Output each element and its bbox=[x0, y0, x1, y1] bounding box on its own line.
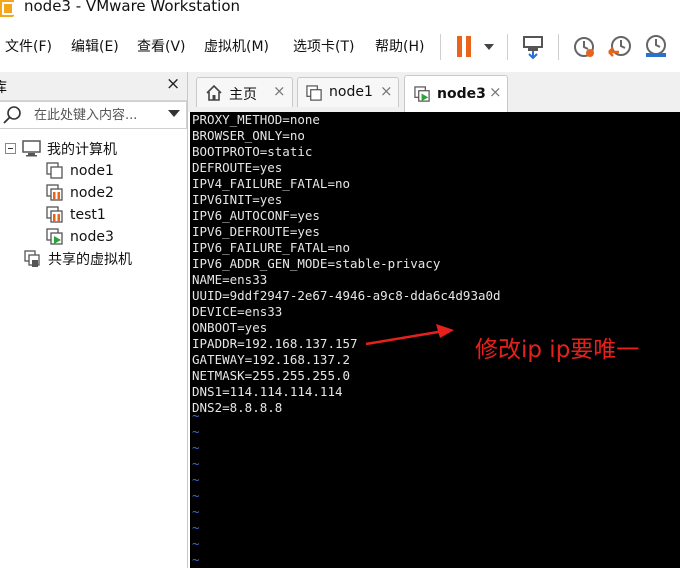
library-tree: 我的计算机 node1 node2 test1 node3 共享的虚拟机 bbox=[0, 130, 188, 568]
collapse-icon[interactable] bbox=[5, 143, 16, 154]
revert-snapshot-icon[interactable] bbox=[607, 34, 633, 60]
library-search bbox=[0, 101, 187, 129]
vim-empty-lines: ~ ~ ~ ~ ~ ~ ~ ~ ~ ~ bbox=[192, 408, 200, 567]
close-icon[interactable]: × bbox=[489, 83, 502, 101]
toolbar-separator bbox=[558, 34, 559, 60]
tab-node3[interactable]: node3 × bbox=[404, 75, 508, 112]
vmware-logo-icon bbox=[0, 0, 14, 17]
menu-vm[interactable]: 虚拟机(M) bbox=[204, 36, 269, 56]
tree-item-node1[interactable]: node1 bbox=[46, 160, 114, 182]
tab-home[interactable]: 主页 × bbox=[196, 77, 293, 107]
tree-item-test1[interactable]: test1 bbox=[46, 204, 106, 226]
toolbar-separator bbox=[440, 34, 441, 60]
terminal-text: PROXY_METHOD=none BROWSER_ONLY=no BOOTPR… bbox=[192, 112, 501, 415]
close-icon[interactable]: × bbox=[273, 82, 286, 100]
tree-item-node2[interactable]: node2 bbox=[46, 182, 114, 204]
library-title: 库 bbox=[0, 77, 7, 97]
snapshot-icon[interactable] bbox=[571, 34, 597, 60]
dropdown-arrow-icon[interactable] bbox=[482, 34, 496, 60]
menu-help[interactable]: 帮助(H) bbox=[375, 36, 424, 56]
title-bar: node3 - VMware Workstation bbox=[0, 0, 680, 18]
menu-edit[interactable]: 编辑(E) bbox=[71, 36, 119, 56]
menu-file[interactable]: 文件(F) bbox=[5, 36, 52, 56]
annotation-text: 修改ip ip要唯一 bbox=[475, 337, 640, 363]
close-icon[interactable]: × bbox=[166, 74, 180, 94]
menu-bar: 文件(F) 编辑(E) 查看(V) 虚拟机(M) 选项卡(T) 帮助(H) bbox=[0, 26, 680, 68]
tree-item-label: node1 bbox=[70, 163, 114, 179]
vm-running-icon bbox=[414, 86, 430, 102]
menu-tabs[interactable]: 选项卡(T) bbox=[293, 36, 354, 56]
menu-view[interactable]: 查看(V) bbox=[137, 36, 186, 56]
close-icon[interactable]: × bbox=[380, 82, 393, 100]
search-icon bbox=[2, 105, 22, 125]
shared-vms-icon bbox=[24, 250, 40, 267]
send-keys-icon[interactable] bbox=[520, 34, 546, 60]
vm-running-icon bbox=[46, 228, 63, 245]
window-title: node3 - VMware Workstation bbox=[24, 0, 241, 15]
vm-icon bbox=[46, 162, 63, 179]
home-icon bbox=[206, 84, 222, 101]
tree-item-shared-vms[interactable]: 共享的虚拟机 bbox=[24, 248, 132, 270]
tree-item-label: 共享的虚拟机 bbox=[48, 252, 132, 268]
tree-item-label: node2 bbox=[70, 185, 114, 201]
tab-label: node1 bbox=[329, 84, 373, 100]
tree-item-my-computer[interactable]: 我的计算机 bbox=[22, 138, 117, 160]
vm-suspended-icon bbox=[46, 206, 63, 223]
tab-label: node3 bbox=[437, 86, 486, 102]
tree-item-label: 我的计算机 bbox=[47, 142, 117, 158]
vm-suspended-icon bbox=[46, 184, 63, 201]
pause-icon[interactable] bbox=[452, 34, 478, 60]
search-input[interactable] bbox=[34, 105, 164, 125]
vm-icon bbox=[306, 85, 322, 101]
toolbar-separator bbox=[507, 34, 508, 60]
computer-icon bbox=[22, 140, 41, 157]
tab-label: 主页 bbox=[229, 87, 257, 103]
tree-item-label: test1 bbox=[70, 207, 106, 223]
tree-item-node3[interactable]: node3 bbox=[46, 226, 114, 248]
library-header: 库 × bbox=[0, 72, 188, 101]
annotation-arrow-icon bbox=[365, 324, 454, 346]
snapshot-manager-icon[interactable] bbox=[643, 34, 669, 60]
tree-item-label: node3 bbox=[70, 229, 114, 245]
tab-bar: 主页 × node1 × node3 × bbox=[188, 72, 680, 112]
tab-node1[interactable]: node1 × bbox=[297, 77, 399, 107]
panel-divider[interactable] bbox=[187, 72, 188, 568]
chevron-down-icon[interactable] bbox=[168, 110, 180, 117]
